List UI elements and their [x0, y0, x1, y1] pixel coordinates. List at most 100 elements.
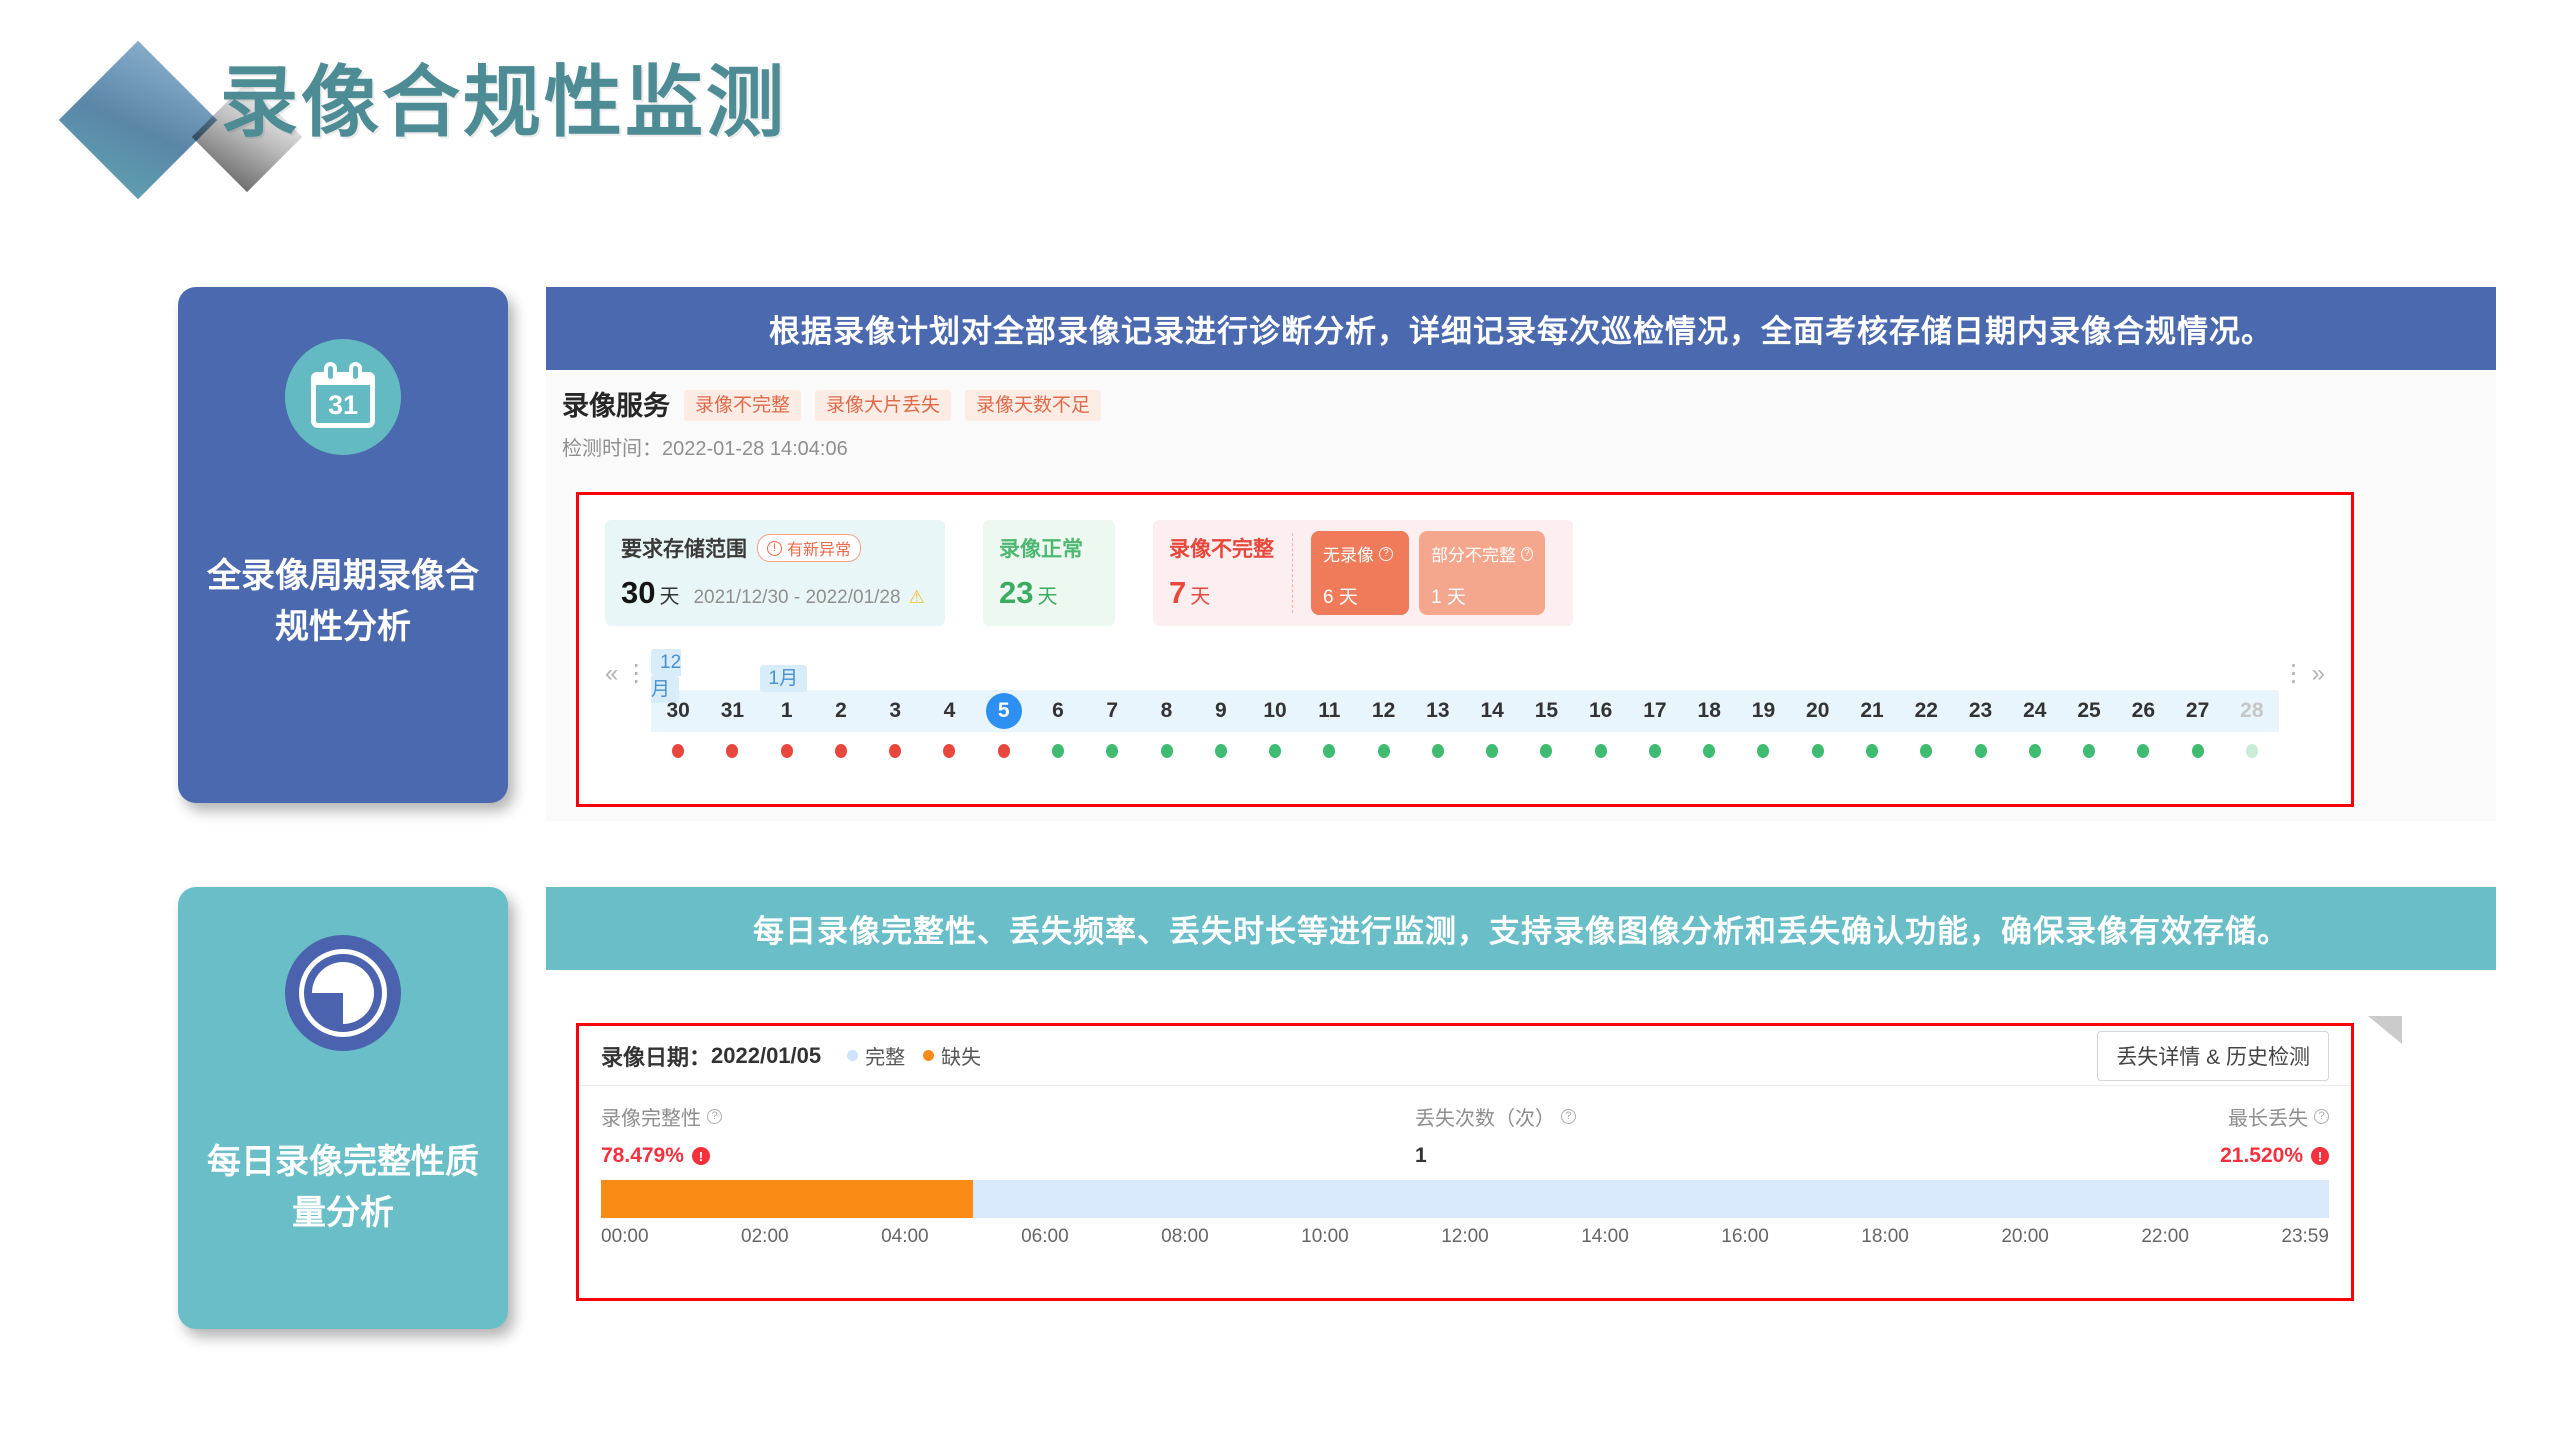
scroll-left-icon[interactable]: « [605, 660, 618, 688]
timeline-day[interactable]: 16 [1574, 699, 1628, 723]
longest-loss-stat: 最长丢失 ? 21.520% ! [2220, 1102, 2329, 1168]
legend-complete-label: 完整 [865, 1041, 905, 1070]
partial-incomplete-label: 部分不完整 [1431, 541, 1516, 566]
new-abnormal-badge: ! 有新异常 [757, 534, 861, 562]
timeline-day[interactable]: 24 [2008, 699, 2062, 723]
loss-count-stat: 丢失次数（次） ? 1 [1415, 1102, 1576, 1168]
integrity-label: 录像完整性 [601, 1102, 701, 1131]
calendar-icon: 31 [285, 339, 401, 455]
timeline-day[interactable]: 13 [1411, 699, 1465, 723]
time-tick: 14:00 [1581, 1226, 1629, 1248]
day-status-dot [1757, 744, 1769, 758]
recording-normal-card: 录像正常 23 天 [983, 520, 1115, 626]
timeline-day[interactable]: 5 [977, 693, 1031, 729]
day-status-dot [726, 744, 738, 758]
time-tick: 02:00 [741, 1226, 789, 1248]
question-icon[interactable]: ? [1379, 547, 1393, 561]
timeline-day[interactable]: 17 [1628, 699, 1682, 723]
timeline-day[interactable]: 28 [2225, 699, 2279, 723]
day-status-dot [1052, 744, 1064, 758]
timeline-day[interactable]: 6 [1031, 699, 1085, 723]
check-time-value: 2022-01-28 14:04:06 [662, 438, 848, 460]
side-card-cycle-analysis: 31 全录像周期录像合规性分析 [178, 287, 508, 803]
timeline-day[interactable]: 20 [1791, 699, 1845, 723]
alert-icon: ! [692, 1147, 710, 1165]
more-left-icon[interactable]: ⋮ [624, 659, 648, 688]
question-icon[interactable]: ? [2314, 1109, 2329, 1124]
section1-banner: 根据录像计划对全部录像记录进行诊断分析，详细记录每次巡检情况，全面考核存储日期内… [546, 287, 2496, 370]
day-status-dot [2246, 744, 2258, 758]
day-status-dot [1378, 744, 1390, 758]
partial-incomplete-value: 1 天 [1431, 582, 1533, 609]
normal-days: 23 [999, 575, 1033, 611]
timeline-day[interactable]: 15 [1519, 699, 1573, 723]
fold-corner-icon [2366, 1016, 2402, 1046]
day-status-dot [2192, 744, 2204, 758]
timeline-day[interactable]: 18 [1682, 699, 1736, 723]
timeline-day[interactable]: 7 [1085, 699, 1139, 723]
month-chip: 12月 [651, 649, 681, 703]
time-tick: 12:00 [1441, 1226, 1489, 1248]
question-icon[interactable]: ? [1561, 1109, 1576, 1124]
clock-pie [312, 962, 374, 1024]
storage-days-unit: 天 [659, 580, 679, 609]
new-abnormal-text: 有新异常 [787, 536, 851, 560]
timeline-day[interactable]: 12 [1356, 699, 1410, 723]
service-status-tag: 录像天数不足 [965, 390, 1101, 421]
timeline-day[interactable]: 26 [2116, 699, 2170, 723]
timeline-day[interactable]: 4 [922, 699, 976, 723]
question-icon[interactable]: ? [707, 1109, 722, 1124]
timeline-day[interactable]: 31 [705, 699, 759, 723]
timeline-day[interactable]: 14 [1465, 699, 1519, 723]
service-name: 录像服务 [562, 384, 670, 423]
service-status-tag: 录像不完整 [684, 390, 801, 421]
daily-analysis-label: 每日录像完整性质量分析 [207, 1137, 479, 1239]
compliance-panel: 要求存储范围 ! 有新异常 30 天 2021/12/30 - 2022/01/… [576, 492, 2354, 807]
time-tick: 23:59 [2281, 1226, 2329, 1248]
day-status-dot [1432, 744, 1444, 758]
day-status-dot [672, 744, 684, 758]
storage-range: 2021/12/30 - 2022/01/28 [693, 587, 900, 609]
more-right-icon[interactable]: ⋮ [2282, 659, 2306, 688]
timeline-day[interactable]: 8 [1139, 699, 1193, 723]
date-timeline: « ⋮ 12月1月 ⋮ » 30311234567891011121314151… [605, 652, 2325, 758]
question-icon[interactable]: ? [1521, 547, 1533, 561]
day-status-dot [1866, 744, 1878, 758]
scroll-right-icon[interactable]: » [2312, 660, 2325, 688]
clock-ring [299, 949, 387, 1037]
timeline-day[interactable]: 25 [2062, 699, 2116, 723]
time-tick: 04:00 [881, 1226, 929, 1248]
month-chip: 1月 [760, 665, 808, 692]
timeline-day[interactable]: 11 [1302, 699, 1356, 723]
bar-legend: 完整 缺失 [847, 1041, 981, 1070]
timeline-day[interactable]: 30 [651, 699, 705, 723]
logo-diamond-blue [59, 41, 217, 199]
timeline-day[interactable]: 9 [1194, 699, 1248, 723]
day-status-dot [2137, 744, 2149, 758]
no-recording-subcard: 无录像? 6 天 [1311, 531, 1409, 615]
timeline-day[interactable]: 3 [868, 699, 922, 723]
daily-timeline-bar [601, 1180, 2329, 1218]
recording-incomplete-card: 录像不完整 7 天 无录像? 6 天 部分不完整? 1 天 [1153, 520, 1573, 626]
status-dot-row [651, 744, 2279, 758]
incomplete-days: 7 [1169, 575, 1186, 611]
timeline-day[interactable]: 1 [760, 699, 814, 723]
dashed-divider [1292, 533, 1293, 613]
timeline-day[interactable]: 19 [1736, 699, 1790, 723]
day-status-dot [1540, 744, 1552, 758]
storage-range-title: 要求存储范围 [621, 533, 747, 563]
time-tick: 22:00 [2141, 1226, 2189, 1248]
timeline-day[interactable]: 22 [1899, 699, 1953, 723]
day-status-dot [889, 744, 901, 758]
legend-complete-dot [847, 1050, 858, 1061]
timeline-day[interactable]: 2 [814, 699, 868, 723]
no-recording-value: 6 天 [1323, 582, 1397, 609]
slide-page: 录像合规性监测 31 全录像周期录像合规性分析 根据录像计划对全部录像记录进行诊… [0, 0, 2560, 1440]
loss-detail-button[interactable]: 丢失详情 & 历史检测 [2097, 1031, 2329, 1081]
timeline-day[interactable]: 23 [1953, 699, 2007, 723]
timeline-day[interactable]: 10 [1248, 699, 1302, 723]
cycle-analysis-label: 全录像周期录像合规性分析 [207, 551, 479, 653]
month-row: 12月1月 [651, 652, 2279, 688]
timeline-day[interactable]: 27 [2170, 699, 2224, 723]
timeline-day[interactable]: 21 [1845, 699, 1899, 723]
